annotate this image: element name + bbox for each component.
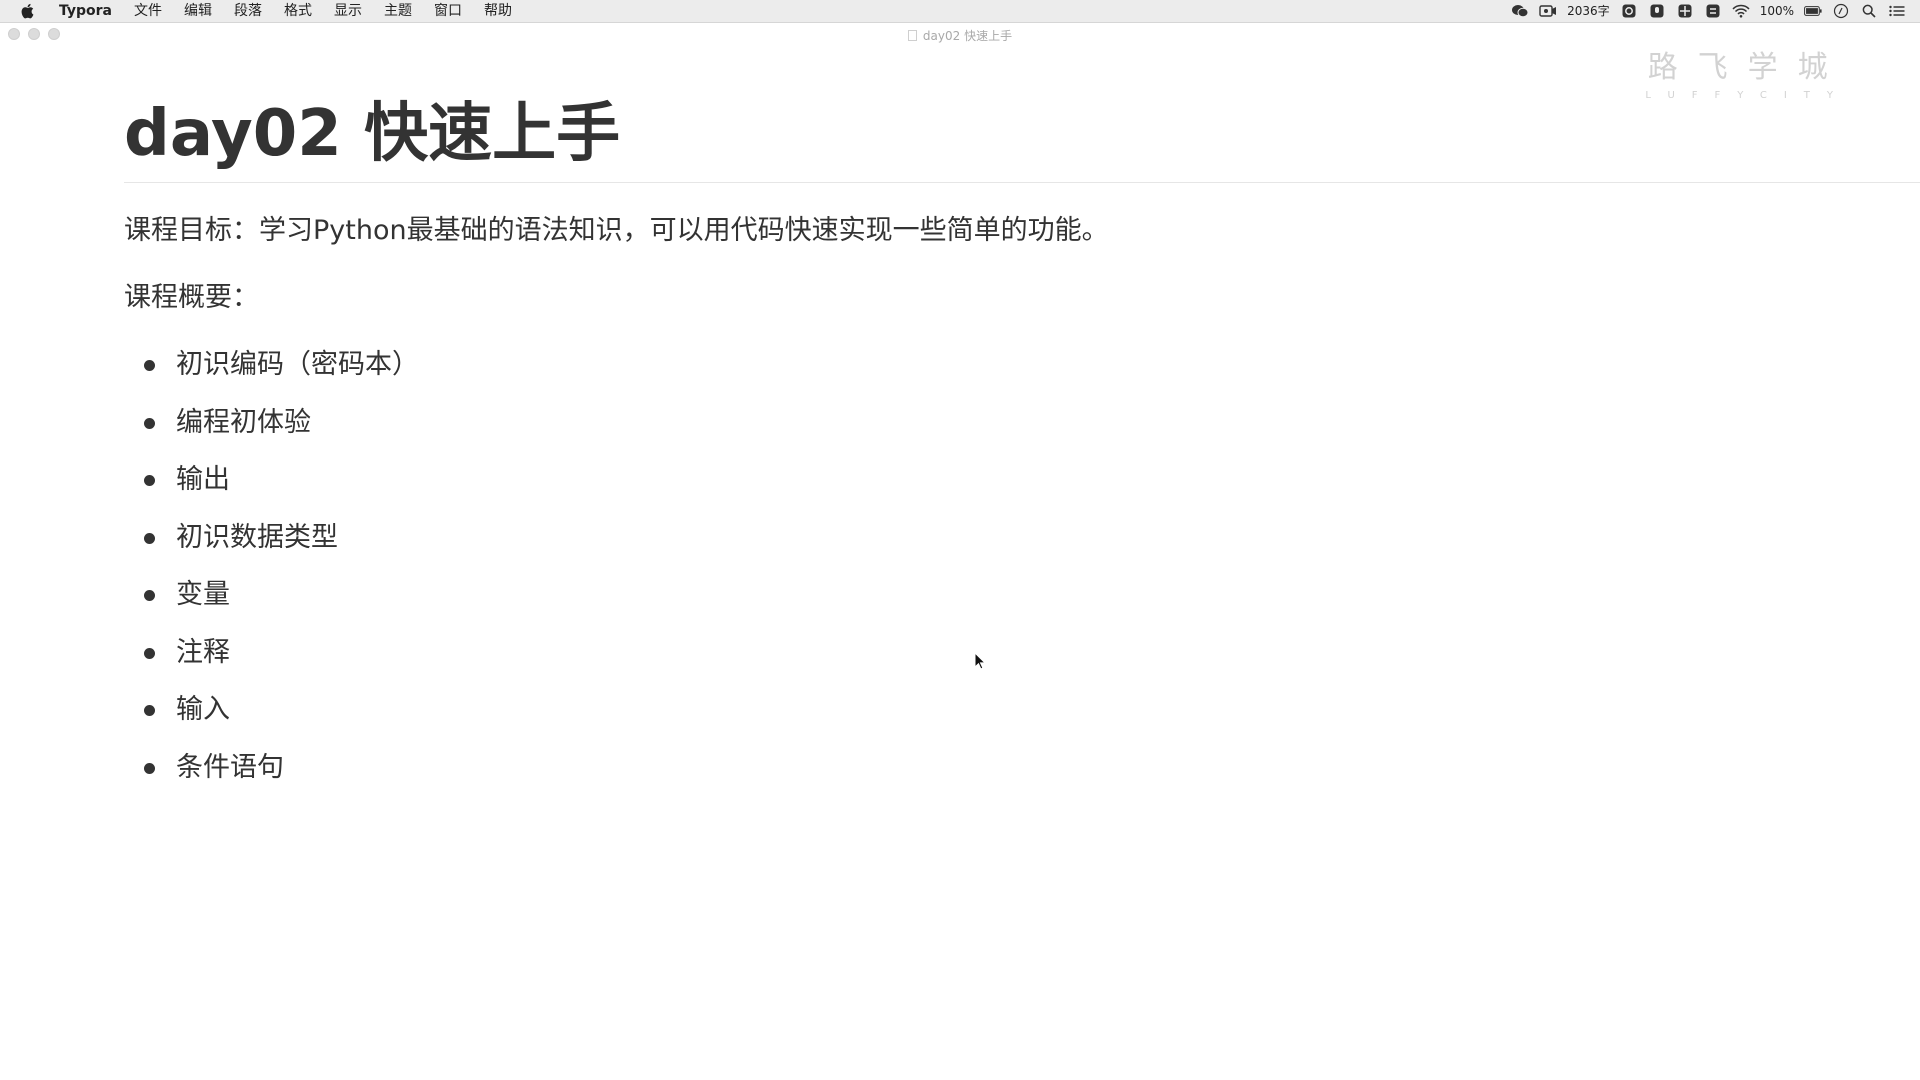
bullet-icon [144, 590, 155, 601]
overview-label[interactable]: 课程概要： [124, 278, 1920, 318]
menu-paragraph[interactable]: 段落 [223, 0, 273, 22]
watermark-cn: 路飞学城 [1647, 50, 1848, 85]
battery-icon[interactable] [1804, 3, 1822, 19]
mouse-cursor-icon [974, 651, 987, 670]
menu-file[interactable]: 文件 [123, 0, 173, 22]
list-item[interactable]: 初识编码（密码本） [124, 345, 1920, 385]
window-title-text: day02 快速上手 [922, 29, 1013, 43]
menu-app-typora[interactable]: Typora [48, 0, 123, 22]
menu-window[interactable]: 窗口 [423, 0, 473, 22]
menu-format[interactable]: 格式 [273, 0, 323, 22]
list-item-text: 输入 [176, 694, 230, 725]
grid-icon[interactable] [1676, 3, 1694, 19]
bullet-icon [144, 417, 155, 429]
list-item-text: 注释 [176, 636, 230, 668]
document-heading[interactable]: day02 快速上手 [124, 92, 1920, 183]
list-item[interactable]: 初识数据类型 [124, 518, 1920, 558]
search-icon[interactable] [1860, 3, 1878, 19]
list-item-text: 输出 [176, 464, 230, 495]
menu-theme[interactable]: 主题 [373, 0, 423, 22]
course-goal-paragraph[interactable]: 课程目标：学习Python最基础的语法知识，可以用代码快速实现一些简单的功能。 [124, 211, 1920, 251]
word-count[interactable]: 2036字 [1567, 0, 1610, 22]
outline-list: 初识编码（密码本） 编程初体验 输出 初识数据类型 变量 注释 输入 条件语句 [124, 345, 1920, 788]
menu-view[interactable]: 显示 [323, 0, 373, 22]
list-item[interactable]: 输出 [124, 460, 1920, 500]
bullet-icon [144, 360, 155, 371]
menu-bar: Typora 文件 编辑 段落 格式 显示 主题 窗口 帮助 2036字 100… [0, 0, 1920, 23]
battery-percent[interactable]: 100% [1760, 0, 1794, 22]
editor-content[interactable]: day02 快速上手 课程目标：学习Python最基础的语法知识，可以用代码快速… [124, 92, 1920, 805]
list-item[interactable]: 编程初体验 [124, 403, 1920, 443]
menu-left: Typora 文件 编辑 段落 格式 显示 主题 窗口 帮助 [0, 0, 523, 22]
list-item-text: 条件语句 [176, 751, 284, 783]
list-item-text: 编程初体验 [176, 406, 311, 438]
screen-record-icon[interactable] [1539, 3, 1557, 19]
list-item[interactable]: 输入 [124, 690, 1920, 730]
window-titlebar: day02 快速上手 [0, 23, 1920, 45]
list-item[interactable]: 变量 [124, 575, 1920, 615]
apple-icon[interactable] [20, 3, 36, 19]
document-icon [907, 30, 917, 41]
notification-center-icon[interactable] [1888, 3, 1906, 19]
microphone-icon[interactable] [1648, 3, 1666, 19]
window-title: day02 快速上手 [0, 27, 1920, 44]
list-item-text: 初识数据类型 [176, 521, 338, 553]
wifi-icon[interactable] [1732, 3, 1750, 19]
menu-edit[interactable]: 编辑 [173, 0, 223, 22]
bullet-icon [144, 705, 155, 716]
list-item-text: 初识编码（密码本） [176, 349, 419, 380]
menu-help[interactable]: 帮助 [473, 0, 523, 22]
bullet-icon [144, 532, 155, 544]
bullet-icon [144, 762, 155, 774]
list-item[interactable]: 注释 [124, 633, 1920, 673]
wechat-icon[interactable] [1511, 3, 1529, 19]
bullet-icon [144, 647, 155, 659]
input-method-icon[interactable] [1620, 3, 1638, 19]
status-tray: 2036字 100% [1511, 0, 1906, 22]
list-item-text: 变量 [176, 579, 230, 610]
list-item[interactable]: 条件语句 [124, 748, 1920, 788]
bullet-icon [144, 475, 155, 486]
sync-icon[interactable] [1704, 3, 1722, 19]
user-icon[interactable] [1832, 3, 1850, 19]
